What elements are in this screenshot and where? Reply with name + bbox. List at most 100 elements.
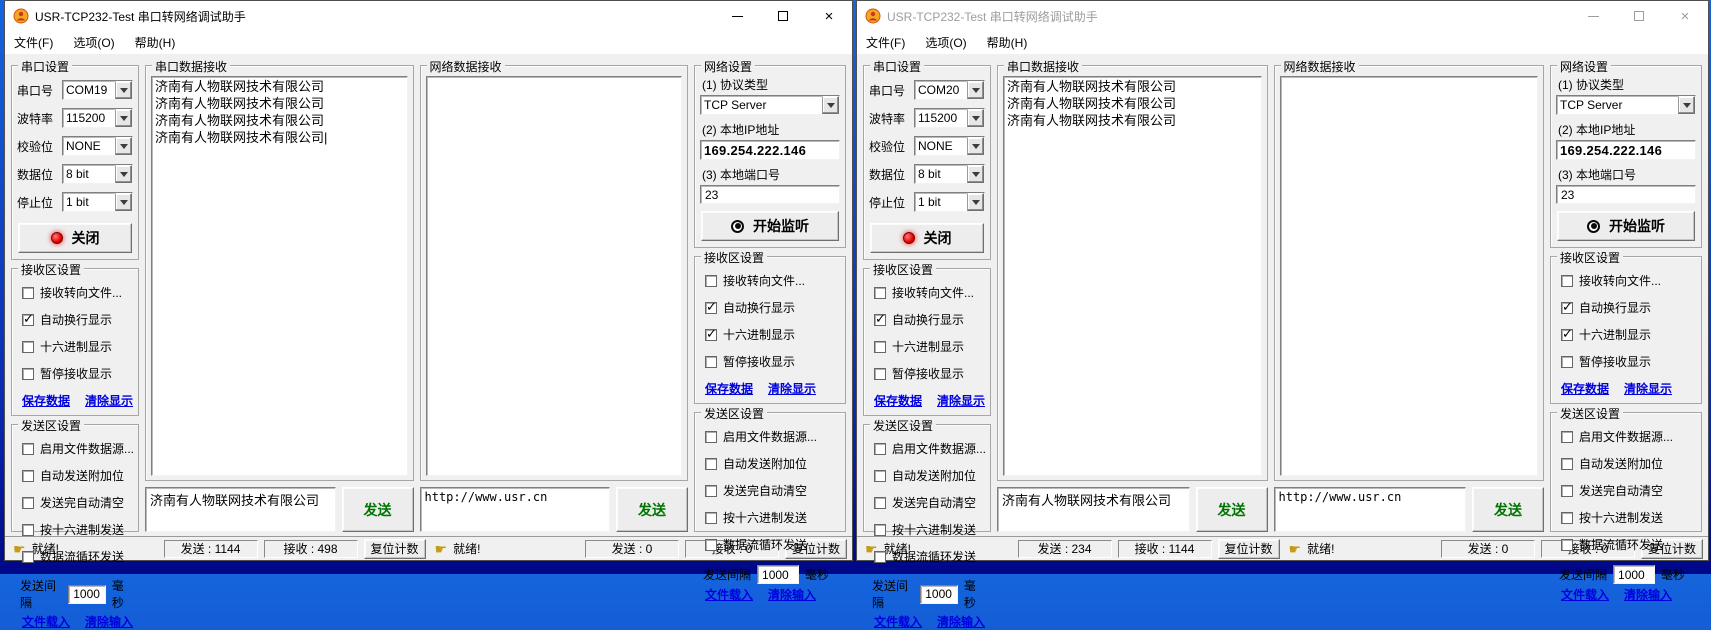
parity-select[interactable]: NONE bbox=[62, 136, 133, 156]
network-checkbox-hex-display[interactable]: ✓ 十六进制显示 bbox=[705, 326, 840, 343]
network-checkbox-loop-send[interactable]: ✓ 数据流循环发送 bbox=[1561, 536, 1696, 553]
com-port-select[interactable]: COM19 bbox=[62, 80, 133, 100]
serial-send-input[interactable]: 济南有人物联网技术有限公司 bbox=[997, 487, 1190, 532]
checkbox-pause-display[interactable]: ✓ 暂停接收显示 bbox=[874, 365, 985, 382]
local-port-input[interactable]: 23 bbox=[1556, 185, 1696, 204]
network-clear-display-link[interactable]: 清除显示 bbox=[1624, 380, 1672, 397]
stop-bits-select[interactable]: 1 bit bbox=[62, 192, 133, 212]
network-checkbox-auto-wrap[interactable]: ✓ 自动换行显示 bbox=[705, 299, 840, 316]
checkbox-auto-clear[interactable]: ✓ 发送完自动清空 bbox=[22, 494, 133, 511]
serial-rx-area[interactable]: 济南有人物联网技术有限公司 济南有人物联网技术有限公司 济南有人物联网技术有限公… bbox=[1003, 76, 1262, 476]
checkbox-recv-to-file[interactable]: ✓ 接收转向文件... bbox=[874, 284, 985, 301]
checkbox-hex-display[interactable]: ✓ 十六进制显示 bbox=[22, 338, 133, 355]
menu-options[interactable]: 选项(O) bbox=[925, 34, 966, 51]
network-checkbox-recv-to-file[interactable]: ✓ 接收转向文件... bbox=[705, 272, 840, 289]
network-clear-input-link[interactable]: 清除输入 bbox=[1624, 586, 1672, 603]
load-file-link[interactable]: 文件载入 bbox=[874, 613, 922, 630]
network-save-data-link[interactable]: 保存数据 bbox=[705, 380, 753, 397]
checkbox-auto-wrap[interactable]: ✓ 自动换行显示 bbox=[874, 311, 985, 328]
checkbox-loop-send[interactable]: ✓ 数据流循环发送 bbox=[874, 548, 985, 565]
serial-send-button[interactable]: 发送 bbox=[342, 487, 414, 532]
menu-help[interactable]: 帮助(H) bbox=[987, 34, 1028, 51]
chevron-down-icon[interactable] bbox=[967, 109, 984, 127]
checkbox-auto-append[interactable]: ✓ 自动发送附加位 bbox=[874, 467, 985, 484]
network-send-input[interactable]: http://www.usr.cn bbox=[1274, 487, 1467, 532]
baud-rate-select[interactable]: 115200 bbox=[62, 108, 133, 128]
checkbox-hex-send[interactable]: ✓ 按十六进制发送 bbox=[874, 521, 985, 538]
save-data-link[interactable]: 保存数据 bbox=[22, 392, 70, 409]
network-send-interval-input[interactable]: 1000 bbox=[757, 565, 799, 584]
serial-send-input[interactable]: 济南有人物联网技术有限公司 bbox=[145, 487, 336, 532]
clear-display-link[interactable]: 清除显示 bbox=[937, 392, 985, 409]
chevron-down-icon[interactable] bbox=[967, 137, 984, 155]
com-port-select[interactable]: COM20 bbox=[914, 80, 985, 100]
network-rx-area[interactable] bbox=[1280, 76, 1539, 476]
chevron-down-icon[interactable] bbox=[822, 96, 839, 114]
checkbox-auto-wrap[interactable]: ✓ 自动换行显示 bbox=[22, 311, 133, 328]
network-checkbox-auto-wrap[interactable]: ✓ 自动换行显示 bbox=[1561, 299, 1696, 316]
network-checkbox-hex-send[interactable]: ✓ 按十六进制发送 bbox=[705, 509, 840, 526]
minimize-button[interactable] bbox=[1570, 1, 1616, 31]
network-checkbox-file-data-source[interactable]: ✓ 启用文件数据源... bbox=[705, 428, 840, 445]
titlebar[interactable]: USR-TCP232-Test 串口转网络调试助手 × bbox=[857, 1, 1708, 31]
minimize-button[interactable] bbox=[714, 1, 760, 31]
menu-options[interactable]: 选项(O) bbox=[73, 34, 114, 51]
checkbox-auto-append[interactable]: ✓ 自动发送附加位 bbox=[22, 467, 133, 484]
maximize-button[interactable] bbox=[760, 1, 806, 31]
network-checkbox-auto-clear[interactable]: ✓ 发送完自动清空 bbox=[705, 482, 840, 499]
network-clear-display-link[interactable]: 清除显示 bbox=[768, 380, 816, 397]
listen-button[interactable]: 开始监听 bbox=[1557, 211, 1695, 241]
close-button[interactable]: × bbox=[806, 1, 852, 31]
stop-bits-select[interactable]: 1 bit bbox=[914, 192, 985, 212]
network-checkbox-auto-clear[interactable]: ✓ 发送完自动清空 bbox=[1561, 482, 1696, 499]
clear-display-link[interactable]: 清除显示 bbox=[85, 392, 133, 409]
send-interval-input[interactable]: 1000 bbox=[920, 585, 958, 604]
baud-rate-select[interactable]: 115200 bbox=[914, 108, 985, 128]
network-checkbox-loop-send[interactable]: ✓ 数据流循环发送 bbox=[705, 536, 840, 553]
network-send-interval-input[interactable]: 1000 bbox=[1613, 565, 1655, 584]
serial-rx-area[interactable]: 济南有人物联网技术有限公司 济南有人物联网技术有限公司 济南有人物联网技术有限公… bbox=[151, 76, 408, 476]
listen-button[interactable]: 开始监听 bbox=[701, 211, 839, 241]
data-bits-select[interactable]: 8 bit bbox=[62, 164, 133, 184]
serial-reset-count-button[interactable]: 复位计数 bbox=[1218, 539, 1280, 559]
chevron-down-icon[interactable] bbox=[967, 193, 984, 211]
network-checkbox-auto-append[interactable]: ✓ 自动发送附加位 bbox=[1561, 455, 1696, 472]
checkbox-auto-clear[interactable]: ✓ 发送完自动清空 bbox=[874, 494, 985, 511]
network-checkbox-hex-display[interactable]: ✓ 十六进制显示 bbox=[1561, 326, 1696, 343]
network-rx-area[interactable] bbox=[426, 76, 683, 476]
menu-help[interactable]: 帮助(H) bbox=[135, 34, 176, 51]
network-checkbox-hex-send[interactable]: ✓ 按十六进制发送 bbox=[1561, 509, 1696, 526]
network-send-button[interactable]: 发送 bbox=[1472, 487, 1544, 532]
menu-file[interactable]: 文件(F) bbox=[14, 34, 53, 51]
network-checkbox-pause-display[interactable]: ✓ 暂停接收显示 bbox=[705, 353, 840, 370]
chevron-down-icon[interactable] bbox=[115, 81, 132, 99]
chevron-down-icon[interactable] bbox=[115, 137, 132, 155]
chevron-down-icon[interactable] bbox=[115, 193, 132, 211]
chevron-down-icon[interactable] bbox=[1678, 96, 1695, 114]
chevron-down-icon[interactable] bbox=[967, 81, 984, 99]
local-port-input[interactable]: 23 bbox=[700, 185, 840, 204]
network-checkbox-auto-append[interactable]: ✓ 自动发送附加位 bbox=[705, 455, 840, 472]
menu-file[interactable]: 文件(F) bbox=[866, 34, 905, 51]
checkbox-hex-display[interactable]: ✓ 十六进制显示 bbox=[874, 338, 985, 355]
data-bits-select[interactable]: 8 bit bbox=[914, 164, 985, 184]
checkbox-recv-to-file[interactable]: ✓ 接收转向文件... bbox=[22, 284, 133, 301]
protocol-select[interactable]: TCP Server bbox=[700, 95, 840, 115]
checkbox-file-data-source[interactable]: ✓ 启用文件数据源... bbox=[22, 440, 133, 457]
chevron-down-icon[interactable] bbox=[115, 165, 132, 183]
titlebar[interactable]: USR-TCP232-Test 串口转网络调试助手 × bbox=[5, 1, 852, 31]
checkbox-file-data-source[interactable]: ✓ 启用文件数据源... bbox=[874, 440, 985, 457]
chevron-down-icon[interactable] bbox=[967, 165, 984, 183]
network-send-button[interactable]: 发送 bbox=[616, 487, 688, 532]
protocol-select[interactable]: TCP Server bbox=[1556, 95, 1696, 115]
network-save-data-link[interactable]: 保存数据 bbox=[1561, 380, 1609, 397]
network-checkbox-pause-display[interactable]: ✓ 暂停接收显示 bbox=[1561, 353, 1696, 370]
serial-reset-count-button[interactable]: 复位计数 bbox=[364, 539, 426, 559]
local-ip-input[interactable]: 169.254.222.146 bbox=[700, 140, 840, 160]
serial-close-button[interactable]: 关闭 bbox=[870, 223, 984, 253]
clear-input-link[interactable]: 清除输入 bbox=[85, 613, 133, 630]
local-ip-input[interactable]: 169.254.222.146 bbox=[1556, 140, 1696, 160]
parity-select[interactable]: NONE bbox=[914, 136, 985, 156]
network-load-file-link[interactable]: 文件载入 bbox=[1561, 586, 1609, 603]
save-data-link[interactable]: 保存数据 bbox=[874, 392, 922, 409]
